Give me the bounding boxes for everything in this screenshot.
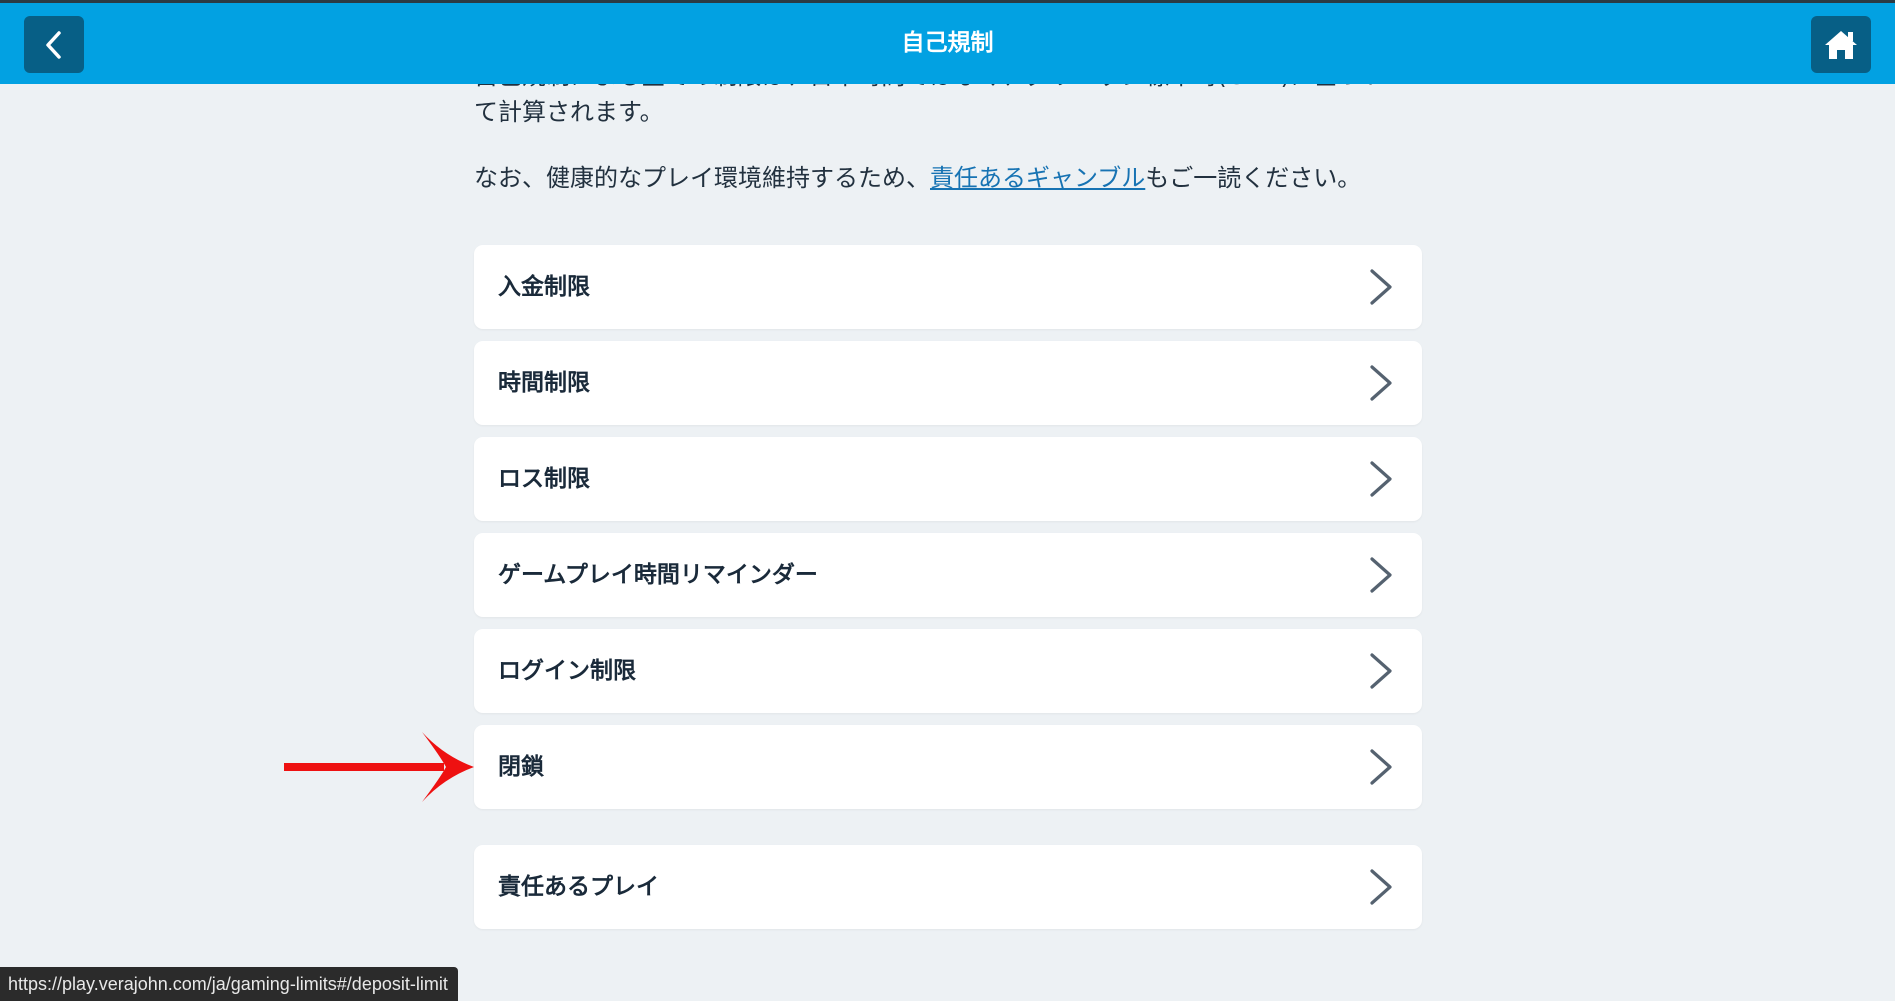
menu-item-label: ログイン制限	[498, 658, 636, 684]
menu-item-label: 責任あるプレイ	[498, 874, 659, 900]
menu-item-label: 入金制限	[498, 274, 590, 300]
menu-item-label: 閉鎖	[498, 754, 544, 780]
menu-item-login-limit[interactable]: ログイン制限	[474, 629, 1422, 713]
chevron-right-icon	[1370, 869, 1392, 905]
chevron-right-icon	[1370, 557, 1392, 593]
menu-item-label: ゲームプレイ時間リマインダー	[498, 562, 818, 588]
chevron-right-icon	[1370, 269, 1392, 305]
chevron-right-icon	[1370, 365, 1392, 401]
note-text-end: もご一読ください。	[1145, 164, 1362, 192]
home-button[interactable]	[1811, 16, 1871, 73]
menu-item-deposit-limit[interactable]: 入金制限	[474, 245, 1422, 329]
menu-item-label: ロス制限	[498, 466, 590, 492]
chevron-right-icon	[1370, 461, 1392, 497]
page: 自己規制 自己規制による全ての制限は、日本時間ではなく、グリニッジ標準時(GMT…	[0, 0, 1895, 1001]
chevron-right-icon	[1370, 653, 1392, 689]
menu-item-time-limit[interactable]: 時間制限	[474, 341, 1422, 425]
responsible-gambling-link[interactable]: 責任あるギャンブル	[930, 164, 1145, 192]
red-arrow-annotation	[284, 732, 474, 802]
menu-item-responsible-play[interactable]: 責任あるプレイ	[474, 845, 1422, 929]
page-title: 自己規制	[901, 30, 994, 56]
menu-item-gameplay-reminder[interactable]: ゲームプレイ時間リマインダー	[474, 533, 1422, 617]
intro-line-2: て計算されます。	[474, 98, 664, 126]
link-status-bar: https://play.verajohn.com/ja/gaming-limi…	[0, 967, 458, 1001]
menu-item-closure[interactable]: 閉鎖	[474, 725, 1422, 809]
home-icon	[1825, 30, 1857, 59]
top-border	[0, 0, 1895, 3]
responsible-gambling-note: なお、健康的なプレイ環境維持するため、責任あるギャンブルもご一読ください。	[474, 160, 1424, 196]
chevron-right-icon	[1370, 749, 1392, 785]
note-text: なお、健康的なプレイ環境維持するため、	[474, 164, 930, 192]
header-bar: 自己規制	[0, 3, 1895, 84]
menu-item-label: 時間制限	[498, 370, 590, 396]
menu-item-loss-limit[interactable]: ロス制限	[474, 437, 1422, 521]
